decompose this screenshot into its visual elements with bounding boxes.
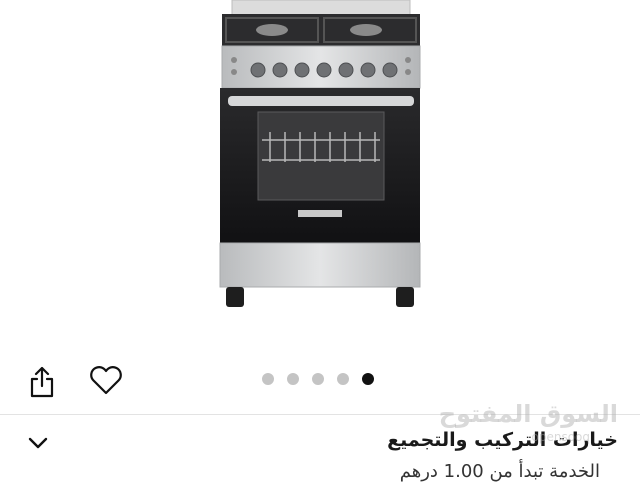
expand-button[interactable] — [24, 429, 52, 457]
chevron-down-icon — [28, 437, 48, 449]
share-button[interactable] — [22, 364, 62, 400]
section-subtitle: الخدمة تبدأ من 1.00 درهم — [399, 461, 600, 482]
carousel-dots — [262, 373, 374, 385]
installation-options-section[interactable]: خيارات التركيب والتجميع الخدمة تبدأ من 1… — [0, 415, 640, 482]
heart-icon — [90, 366, 122, 395]
favorite-button[interactable] — [86, 362, 126, 398]
carousel-dot[interactable] — [337, 373, 349, 385]
carousel-dot[interactable] — [262, 373, 274, 385]
carousel-dot[interactable] — [287, 373, 299, 385]
share-icon — [30, 366, 54, 398]
carousel-dot-active[interactable] — [362, 373, 374, 385]
product-image — [219, 0, 421, 307]
section-title: خيارات التركيب والتجميع — [387, 429, 618, 451]
carousel-dot[interactable] — [312, 373, 324, 385]
